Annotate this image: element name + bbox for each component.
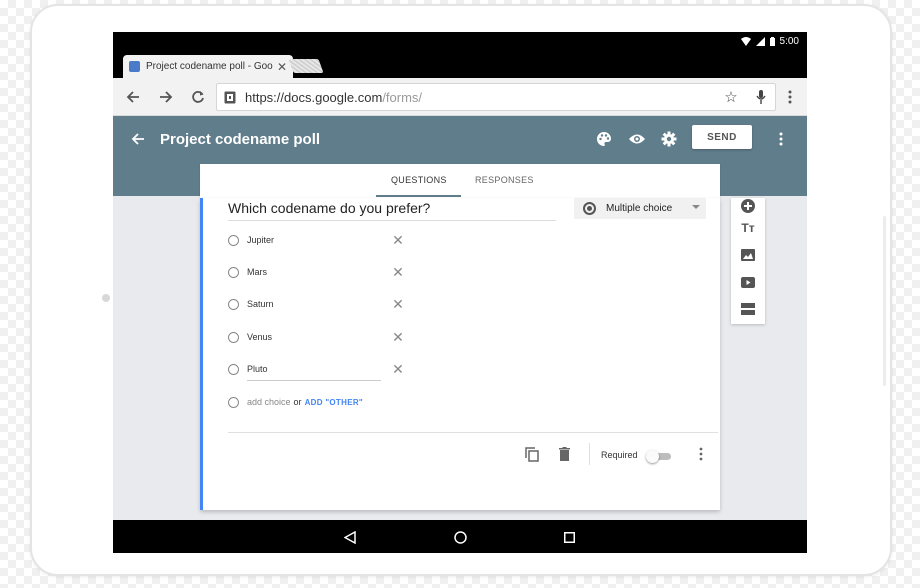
status-time: 5:00 — [779, 36, 799, 47]
add-section-icon[interactable] — [738, 299, 758, 319]
question-card: Which codename do you prefer? Multiple c… — [200, 198, 720, 510]
browser-menu-icon[interactable] — [778, 85, 802, 109]
back-icon[interactable] — [121, 85, 145, 109]
option-label[interactable]: Pluto — [247, 364, 268, 374]
add-choice-or: or — [293, 397, 302, 407]
radio-unchecked-icon — [228, 363, 239, 375]
tablet-side-edge — [883, 216, 886, 386]
option-row[interactable]: Mars — [228, 262, 408, 282]
option-label[interactable]: Saturn — [247, 299, 274, 309]
new-tab-button[interactable] — [288, 59, 324, 73]
required-toggle[interactable] — [646, 450, 671, 463]
bookmark-star-icon[interactable]: ☆ — [721, 87, 741, 107]
remove-option-icon[interactable]: ✕ — [391, 232, 405, 248]
delete-trash-icon[interactable] — [555, 445, 573, 463]
remove-option-icon[interactable]: ✕ — [391, 264, 405, 280]
tab-responses[interactable]: RESPONSES — [475, 175, 534, 185]
form-title: Project codename poll — [160, 131, 321, 148]
question-type-select[interactable]: Multiple choice — [574, 198, 706, 219]
nav-home-icon[interactable] — [449, 526, 471, 548]
palette-icon[interactable] — [593, 128, 615, 150]
question-more-vert-icon[interactable] — [692, 445, 710, 463]
remove-option-icon[interactable]: ✕ — [391, 361, 405, 377]
url-host: https://docs.google.com — [245, 89, 383, 105]
device-screen: 5:00 Project codename poll - Goo ✕ https… — [113, 32, 807, 553]
send-button[interactable]: SEND — [692, 125, 752, 149]
option-label[interactable]: Venus — [247, 332, 272, 342]
footer-separator — [589, 443, 590, 465]
forms-favicon-icon — [129, 61, 140, 72]
reload-icon[interactable] — [186, 85, 210, 109]
duplicate-icon[interactable] — [523, 445, 541, 463]
required-label: Required — [601, 450, 638, 460]
preview-eye-icon[interactable] — [626, 128, 648, 150]
radio-unchecked-icon — [228, 266, 239, 278]
remove-option-icon[interactable]: ✕ — [391, 296, 405, 312]
browser-toolbar: https://docs.google.com/forms/ ☆ — [113, 78, 807, 116]
lock-icon — [223, 90, 237, 104]
add-choice-row: add choice or ADD "OTHER" — [228, 392, 488, 412]
option-input-underline — [247, 380, 381, 381]
forward-icon[interactable] — [154, 85, 178, 109]
add-video-icon[interactable] — [738, 272, 758, 292]
option-row[interactable]: Saturn — [228, 294, 408, 314]
dropdown-arrow-icon — [692, 205, 700, 209]
radio-unchecked-icon — [228, 396, 239, 408]
add-question-icon[interactable] — [738, 196, 758, 216]
forms-page: Project codename poll SEND QUESTIONS RES… — [113, 116, 807, 520]
add-other-link[interactable]: ADD "OTHER" — [305, 398, 363, 407]
arrow-back-icon[interactable] — [127, 128, 149, 150]
status-bar: 5:00 — [113, 32, 807, 52]
address-bar[interactable]: https://docs.google.com/forms/ ☆ — [216, 83, 776, 111]
browser-tab[interactable]: Project codename poll - Goo ✕ — [123, 55, 293, 78]
question-title[interactable]: Which codename do you prefer? — [228, 200, 556, 221]
title-text-icon[interactable]: Tт — [738, 218, 758, 238]
settings-gear-icon[interactable] — [658, 128, 680, 150]
radio-button-checked-icon — [583, 202, 596, 215]
option-row[interactable]: Venus — [228, 327, 408, 347]
tab-questions[interactable]: QUESTIONS — [391, 175, 447, 185]
option-row[interactable]: Pluto — [228, 359, 408, 379]
radio-unchecked-icon — [228, 298, 239, 310]
close-tab-icon[interactable]: ✕ — [277, 60, 287, 74]
url-path: /forms/ — [382, 89, 423, 105]
card-divider — [228, 432, 718, 433]
radio-unchecked-icon — [228, 234, 239, 246]
android-nav-bar — [113, 520, 807, 553]
radio-unchecked-icon — [228, 331, 239, 343]
nav-back-icon[interactable] — [339, 526, 361, 548]
toggle-thumb — [646, 450, 659, 463]
microphone-icon[interactable] — [751, 87, 771, 107]
tab-strip: Project codename poll - Goo ✕ — [113, 52, 807, 78]
nav-recents-icon[interactable] — [558, 526, 580, 548]
wifi-icon — [740, 37, 751, 46]
option-label[interactable]: Mars — [247, 267, 267, 277]
side-toolbar: Tт — [731, 198, 765, 324]
battery-icon — [769, 37, 775, 46]
browser-tab-title: Project codename poll - Goo — [146, 61, 273, 72]
option-row[interactable]: Jupiter — [228, 230, 408, 250]
tablet-camera-dot — [102, 294, 110, 302]
more-vert-icon[interactable] — [770, 128, 792, 150]
form-tabs: QUESTIONS RESPONSES — [200, 164, 720, 198]
add-choice-link[interactable]: add choice — [247, 397, 291, 407]
active-tab-indicator — [376, 195, 461, 197]
question-type-label: Multiple choice — [606, 203, 673, 214]
remove-option-icon[interactable]: ✕ — [391, 329, 405, 345]
add-image-icon[interactable] — [738, 245, 758, 265]
signal-icon — [755, 37, 765, 46]
option-label[interactable]: Jupiter — [247, 235, 274, 245]
